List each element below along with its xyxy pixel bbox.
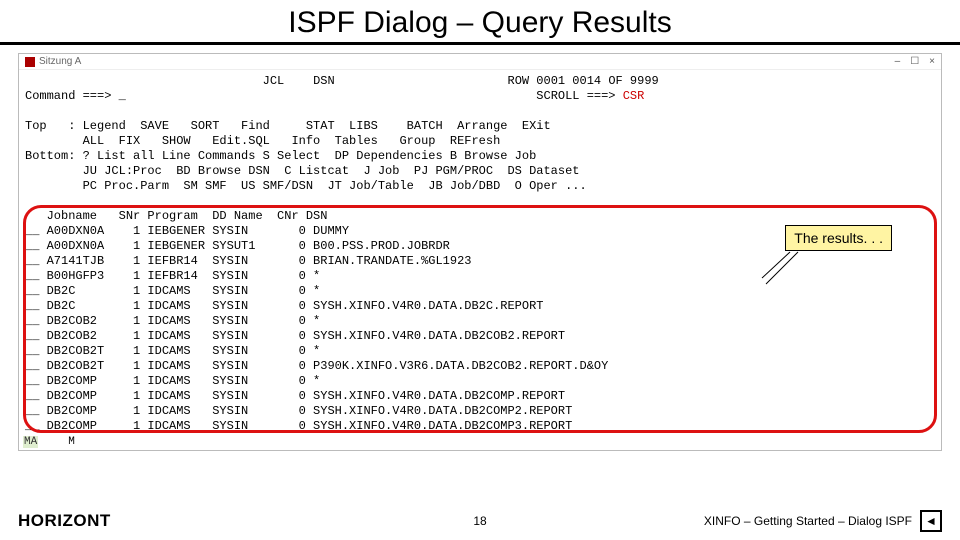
session-label: Sitzung A — [39, 56, 81, 67]
top-actions-1[interactable]: Top : Legend SAVE SORT Find STAT LIBS BA… — [25, 119, 551, 133]
scroll-value[interactable]: CSR — [623, 89, 645, 103]
bottom-actions-2[interactable]: JU JCL:Proc BD Browse DSN C Listcat J Jo… — [25, 164, 580, 178]
page-number: 18 — [473, 514, 486, 528]
table-row[interactable]: __ DB2COMP 1 IDCAMS SYSIN 0 SYSH.XINFO.V… — [25, 389, 565, 403]
top-actions-2[interactable]: ALL FIX SHOW Edit.SQL Info Tables Group … — [25, 134, 500, 148]
prev-slide-icon[interactable]: ◄ — [920, 510, 942, 532]
bottom-actions-1[interactable]: Bottom: ? List all Line Commands S Selec… — [25, 149, 536, 163]
bottom-actions-3[interactable]: PC Proc.Parm SM SMF US SMF/DSN JT Job/Ta… — [25, 179, 587, 193]
close-button[interactable]: × — [929, 56, 935, 67]
callout-box: The results. . . — [785, 225, 892, 251]
maximize-button[interactable]: ☐ — [910, 56, 919, 67]
table-row[interactable]: __ DB2COB2T 1 IDCAMS SYSIN 0 P390K.XINFO… — [25, 359, 608, 373]
table-row[interactable]: __ DB2COMP 1 IDCAMS SYSIN 0 * — [25, 374, 320, 388]
table-row[interactable]: __ DB2COB2 1 IDCAMS SYSIN 0 * — [25, 314, 320, 328]
table-row[interactable]: __ A7141TJB 1 IEFBR14 SYSIN 0 BRIAN.TRAN… — [25, 254, 471, 268]
terminal-body: JCL DSN ROW 0001 0014 OF 9999 Command ==… — [19, 70, 941, 436]
brand-label: HORIZONT — [18, 511, 111, 531]
callout-text: The results. . . — [794, 230, 883, 246]
session-icon — [25, 57, 35, 67]
table-row[interactable]: __ B00HGFP3 1 IEFBR14 SYSIN 0 * — [25, 269, 320, 283]
status-bar: MA M — [19, 436, 941, 450]
hdr-jcl-label: JCL — [263, 74, 285, 88]
slide-footer: HORIZONT 18 XINFO – Getting Started – Di… — [0, 510, 960, 532]
terminal-window: Sitzung A – ☐ × JCL DSN ROW 0001 0014 OF… — [18, 53, 942, 451]
table-row[interactable]: __ DB2COMP 1 IDCAMS SYSIN 0 SYSH.XINFO.V… — [25, 404, 572, 418]
minimize-button[interactable]: – — [895, 56, 901, 67]
table-row[interactable]: __ DB2C 1 IDCAMS SYSIN 0 SYSH.XINFO.V4R0… — [25, 299, 543, 313]
slide-title: ISPF Dialog – Query Results — [0, 0, 960, 42]
table-row[interactable]: __ A00DXN0A 1 IEBGENER SYSUT1 0 B00.PSS.… — [25, 239, 450, 253]
scroll-label: SCROLL ===> — [536, 89, 622, 103]
row-info: ROW 0001 0014 OF 9999 — [508, 74, 659, 88]
table-row[interactable]: __ DB2C 1 IDCAMS SYSIN 0 * — [25, 284, 320, 298]
status-ma: MA — [23, 436, 38, 448]
table-row[interactable]: __ DB2COMP 1 IDCAMS SYSIN 0 SYSH.XINFO.V… — [25, 419, 572, 433]
command-line[interactable]: Command ===> _ — [25, 89, 126, 103]
hdr-dsn-label: DSN — [313, 74, 335, 88]
table-row[interactable]: __ DB2COB2T 1 IDCAMS SYSIN 0 * — [25, 344, 320, 358]
title-rule — [0, 42, 960, 45]
window-titlebar: Sitzung A – ☐ × — [19, 54, 941, 70]
callout-tail-icon — [760, 250, 800, 290]
footer-caption: XINFO – Getting Started – Dialog ISPF — [704, 514, 912, 528]
hdr-jcl — [25, 74, 263, 88]
slide-root: ISPF Dialog – Query Results Sitzung A – … — [0, 0, 960, 540]
table-row[interactable]: __ A00DXN0A 1 IEBGENER SYSIN 0 DUMMY — [25, 224, 349, 238]
column-headers: Jobname SNr Program DD Name CNr DSN — [25, 209, 327, 223]
table-row[interactable]: __ DB2COB2 1 IDCAMS SYSIN 0 SYSH.XINFO.V… — [25, 329, 565, 343]
status-m: M — [68, 436, 75, 448]
